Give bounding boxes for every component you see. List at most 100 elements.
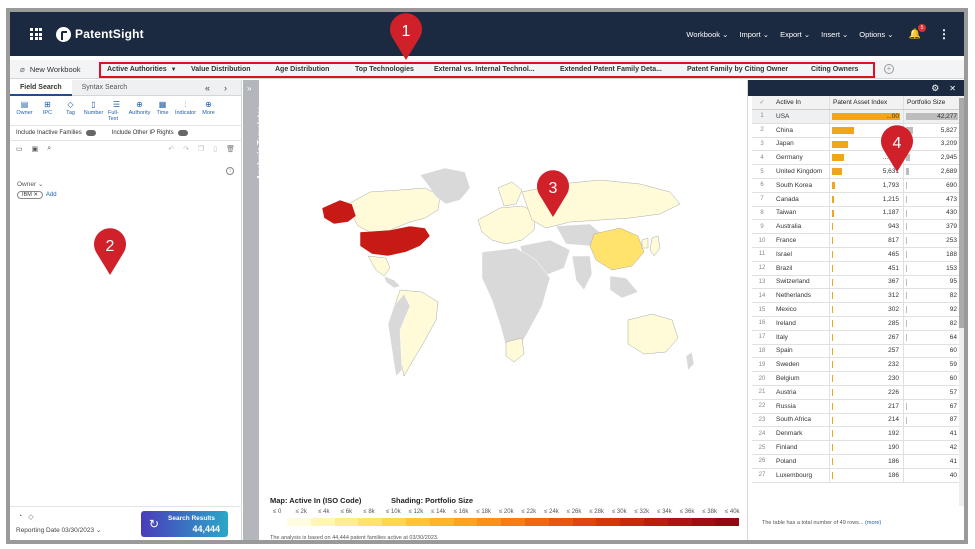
tool-tag[interactable]: ◇ Tag (62, 100, 79, 122)
close-icon[interactable]: ✕ (949, 84, 956, 93)
bell-outline-icon[interactable]: ◔ (18, 513, 22, 521)
table-row[interactable]: 25 Finland 190 42 (752, 441, 961, 455)
tool-indicator[interactable]: ⫶ Indicator (175, 100, 196, 122)
col-header-pai[interactable]: Patent Asset Index (829, 96, 903, 109)
table-row[interactable]: 7 Canada 1,215 473 (752, 192, 961, 207)
tool-more[interactable]: ⊕ More (200, 100, 217, 122)
table-row[interactable]: 4Germany...3442,945 (752, 151, 961, 166)
ipc-grid-icon: ⊞ (44, 100, 51, 109)
row-number: 27 (758, 472, 766, 479)
portfolio-size-cell: 67 (903, 399, 961, 413)
tab-top-technologies[interactable]: Top Technologies (355, 66, 414, 73)
info-icon[interactable]: i (226, 167, 234, 175)
close-icon[interactable]: ✕ (33, 192, 38, 198)
tool-owner[interactable]: ▤ Owner (16, 100, 33, 122)
save-icon[interactable]: ▣ (32, 145, 39, 153)
table-row[interactable]: 16 Ireland 285 82 (752, 316, 961, 331)
table-row[interactable]: 18 Spain 257 60 (752, 344, 961, 359)
tool-authority[interactable]: ⊕ Authority (129, 100, 151, 122)
add-owner-link[interactable]: Add (46, 192, 57, 198)
search-icon[interactable]: ⌕ (47, 145, 51, 153)
table-header-row: ✓ Active In Patent Asset Index Portfolio… (752, 96, 961, 110)
pai-bar (832, 430, 833, 438)
table-scrollbar[interactable] (959, 96, 964, 506)
tool-ipc[interactable]: ⊞ IPC (39, 100, 56, 122)
tab-active-authorities[interactable]: Active Authorities ▼ (107, 66, 177, 73)
owner-chip[interactable]: IBM ✕ (17, 191, 43, 199)
table-more-link[interactable]: (more) (865, 520, 881, 526)
new-workbook-tab[interactable]: ⌀ New Workbook (10, 65, 100, 74)
table-row[interactable]: 13 Switzerland 367 95 (752, 275, 961, 290)
table-row[interactable]: 1 USA ...00 42,277 (752, 110, 961, 124)
tab-syntax-search[interactable]: Syntax Search (72, 80, 138, 96)
table-row[interactable]: 6 South Korea 1,793 690 (752, 178, 961, 193)
tool-full-text[interactable]: ☰ Full-Text (108, 100, 125, 122)
tag-outline-icon[interactable]: ◇ (28, 513, 33, 521)
menu-export[interactable]: Export ⌄ (780, 30, 810, 39)
more-vertical-icon[interactable]: ⋮ (938, 27, 950, 41)
table-row[interactable]: 27 Luxembourg 186 40 (752, 468, 961, 483)
tab-family-by-citing-owner[interactable]: Patent Family by Citing Owner (687, 66, 788, 73)
analysis-templates-sidebar[interactable]: » Analysis Templates (243, 80, 265, 540)
menu-import[interactable]: Import ⌄ (739, 30, 769, 39)
tabs-highlight-box: Active Authorities ▼ Value Distribution A… (99, 62, 875, 78)
include-inactive-toggle[interactable]: Include Inactive Families (16, 130, 96, 136)
table-row[interactable]: 3Japan...1723,209 (752, 137, 961, 152)
col-header-active-in[interactable]: Active In (772, 99, 829, 106)
table-row[interactable]: 2China...35,827 (752, 123, 961, 138)
tab-extended-family[interactable]: Extended Patent Family Deta... (560, 66, 662, 73)
table-row[interactable]: 8 Taiwan 1,187 430 (752, 206, 961, 221)
table-row[interactable]: 12 Brazil 451 153 (752, 261, 961, 276)
table-row[interactable]: 20 Belgium 230 60 (752, 372, 961, 386)
tab-age-distribution[interactable]: Age Distribution (275, 66, 329, 73)
table-row[interactable]: 15 Mexico 302 92 (752, 303, 961, 317)
double-chevron-left-icon[interactable]: « (205, 83, 210, 93)
folder-icon[interactable]: ▭ (16, 145, 23, 153)
map-country-korea (641, 237, 649, 249)
table-row[interactable]: 5 United Kingdom 5,631 2,689 (752, 165, 961, 179)
reporting-date-select[interactable]: Reporting Date 03/30/2023 ⌄ (16, 526, 101, 534)
trash-icon[interactable]: 🗑 (226, 145, 235, 153)
menu-options[interactable]: Options ⌄ (859, 30, 893, 39)
double-chevron-right-icon[interactable]: » (247, 84, 251, 93)
scroll-thumb[interactable] (959, 98, 964, 328)
table-row[interactable]: 24 Denmark 192 41 (752, 427, 961, 442)
row-number: 5 (760, 168, 764, 175)
tool-time[interactable]: ▦ Time (154, 100, 171, 122)
tab-field-search[interactable]: Field Search (10, 79, 72, 96)
table-row[interactable]: 17 Italy 267 64 (752, 330, 961, 345)
tab-external-internal[interactable]: External vs. Internal Technol... (434, 66, 535, 73)
tab-value-distribution[interactable]: Value Distribution (191, 66, 251, 73)
select-all-check-icon[interactable]: ✓ (752, 99, 772, 106)
col-header-portfolio-size[interactable]: Portfolio Size (903, 96, 961, 109)
pai-value: 217 (888, 402, 899, 410)
app-grid-icon[interactable] (30, 28, 42, 40)
tool-number[interactable]: ▯ Number (84, 100, 104, 122)
table-row[interactable]: 21 Austria 226 57 (752, 385, 961, 400)
tab-citing-owners[interactable]: Citing Owners (811, 66, 858, 73)
add-tab-icon[interactable]: + (884, 64, 894, 74)
owner-field-label[interactable]: Owner ⌄ (17, 180, 43, 188)
search-results-button[interactable]: ↻ Search Results 44,444 (141, 511, 228, 537)
calendar-icon: ▦ (158, 100, 167, 109)
table-row[interactable]: 14 Netherlands 312 82 (752, 289, 961, 304)
table-row[interactable]: 23 South Africa 214 87 (752, 413, 961, 428)
redo-icon[interactable]: ↷ (183, 145, 189, 153)
table-row[interactable]: 22 Russia 217 67 (752, 399, 961, 414)
chevron-right-icon[interactable]: › (224, 83, 227, 93)
table-row[interactable]: 9 Australia 943 379 (752, 220, 961, 235)
menu-workbook[interactable]: Workbook ⌄ (686, 30, 728, 39)
table-row[interactable]: 26 Poland 186 41 (752, 454, 961, 469)
table-row[interactable]: 10 France 817 253 (752, 234, 961, 248)
bell-icon[interactable]: 🔔 5 (909, 23, 926, 40)
table-row[interactable]: 19 Sweden 232 59 (752, 358, 961, 373)
include-other-ip-toggle[interactable]: Include Other IP Rights (112, 130, 188, 136)
world-map[interactable] (260, 80, 740, 490)
gear-icon[interactable]: ⚙ (931, 83, 939, 94)
brand-logo[interactable]: PatentSight (56, 26, 144, 42)
undo-icon[interactable]: ↶ (168, 145, 174, 153)
table-row[interactable]: 11 Israel 465 188 (752, 247, 961, 262)
paste-icon[interactable]: ▯ (213, 145, 217, 153)
copy-icon[interactable]: ❐ (198, 145, 204, 153)
menu-insert[interactable]: Insert ⌄ (821, 30, 848, 39)
